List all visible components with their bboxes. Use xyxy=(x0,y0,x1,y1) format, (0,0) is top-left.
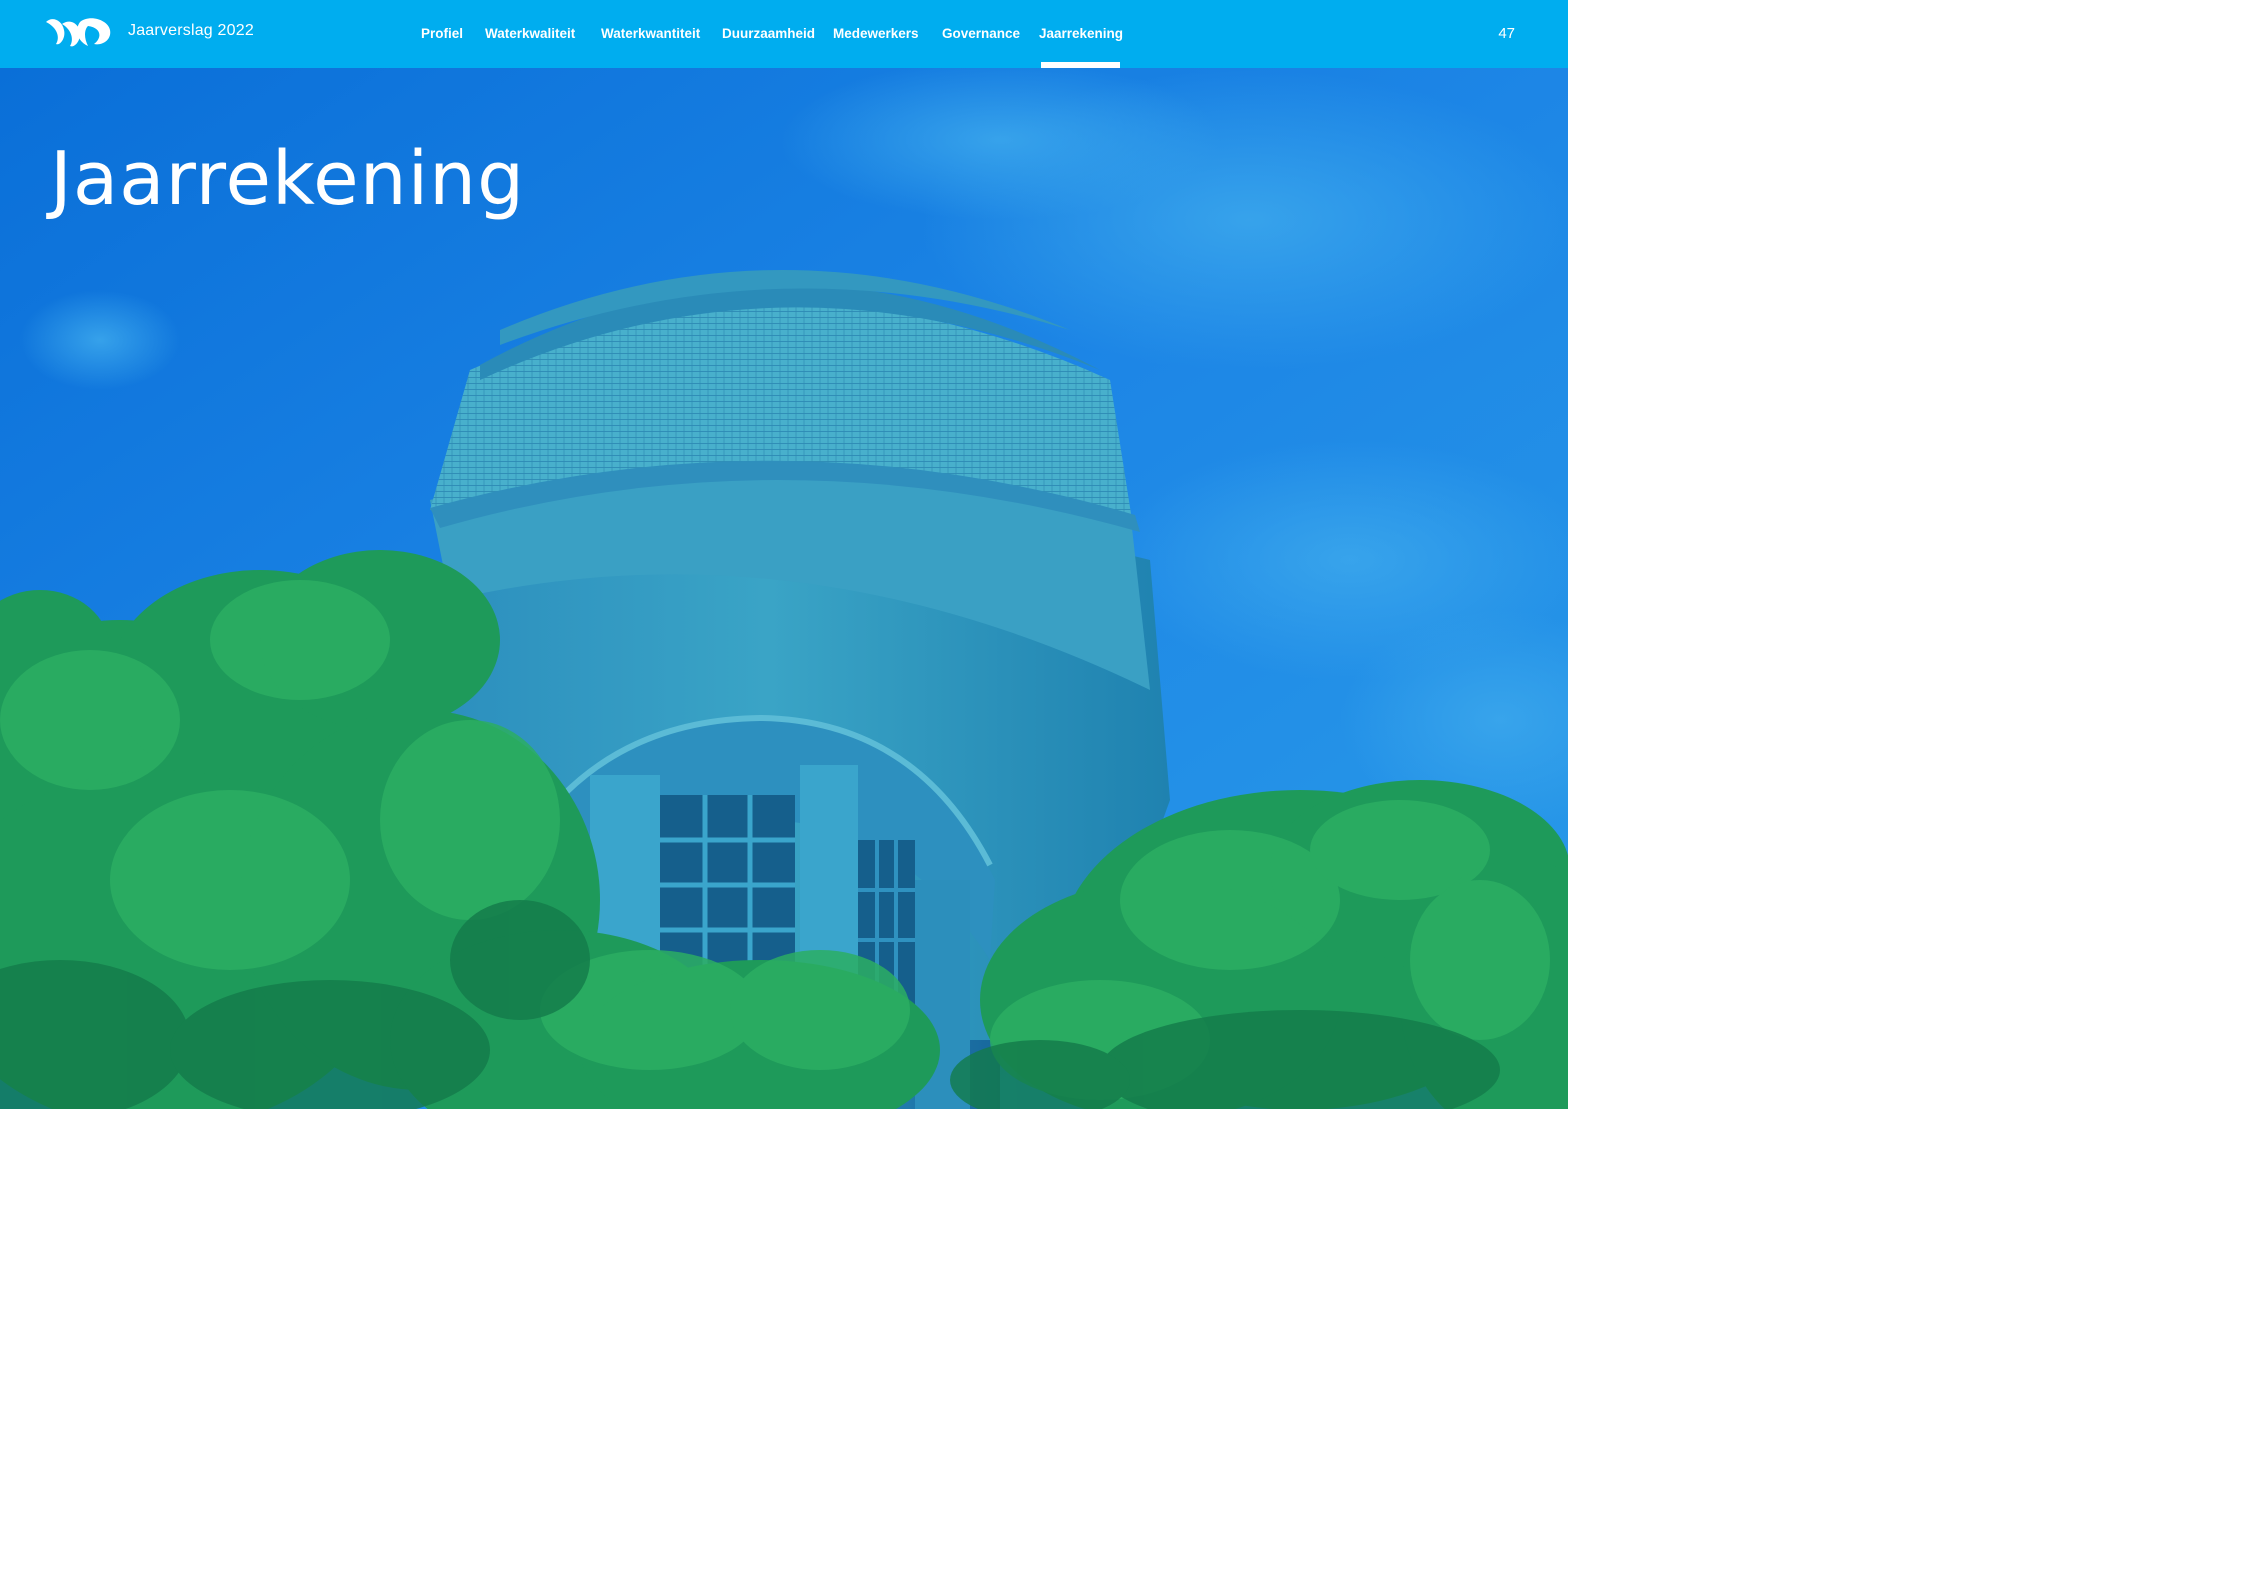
page-title: Jaarrekening xyxy=(50,136,526,222)
active-tab-indicator xyxy=(1041,62,1120,68)
nav-item-governance[interactable]: Governance xyxy=(942,26,1020,41)
nav-item-duurzaamheid[interactable]: Duurzaamheid xyxy=(722,26,815,41)
page-number: 47 xyxy=(1498,25,1515,42)
hero-image xyxy=(0,68,1568,1109)
nav-item-profiel[interactable]: Profiel xyxy=(421,26,463,41)
report-page: Jaarverslag 2022 Profiel Waterkwaliteit … xyxy=(0,0,1568,1109)
nav-item-medewerkers[interactable]: Medewerkers xyxy=(833,26,919,41)
top-bar: Jaarverslag 2022 Profiel Waterkwaliteit … xyxy=(0,0,1568,68)
nav-item-jaarrekening[interactable]: Jaarrekening xyxy=(1039,26,1123,41)
nav-item-waterkwantiteit[interactable]: Waterkwantiteit xyxy=(601,26,700,41)
report-title: Jaarverslag 2022 xyxy=(128,22,254,39)
water-drops-logo-icon[interactable] xyxy=(44,16,112,50)
nav-item-waterkwaliteit[interactable]: Waterkwaliteit xyxy=(485,26,575,41)
water-tower-photo-icon xyxy=(0,68,1568,1109)
